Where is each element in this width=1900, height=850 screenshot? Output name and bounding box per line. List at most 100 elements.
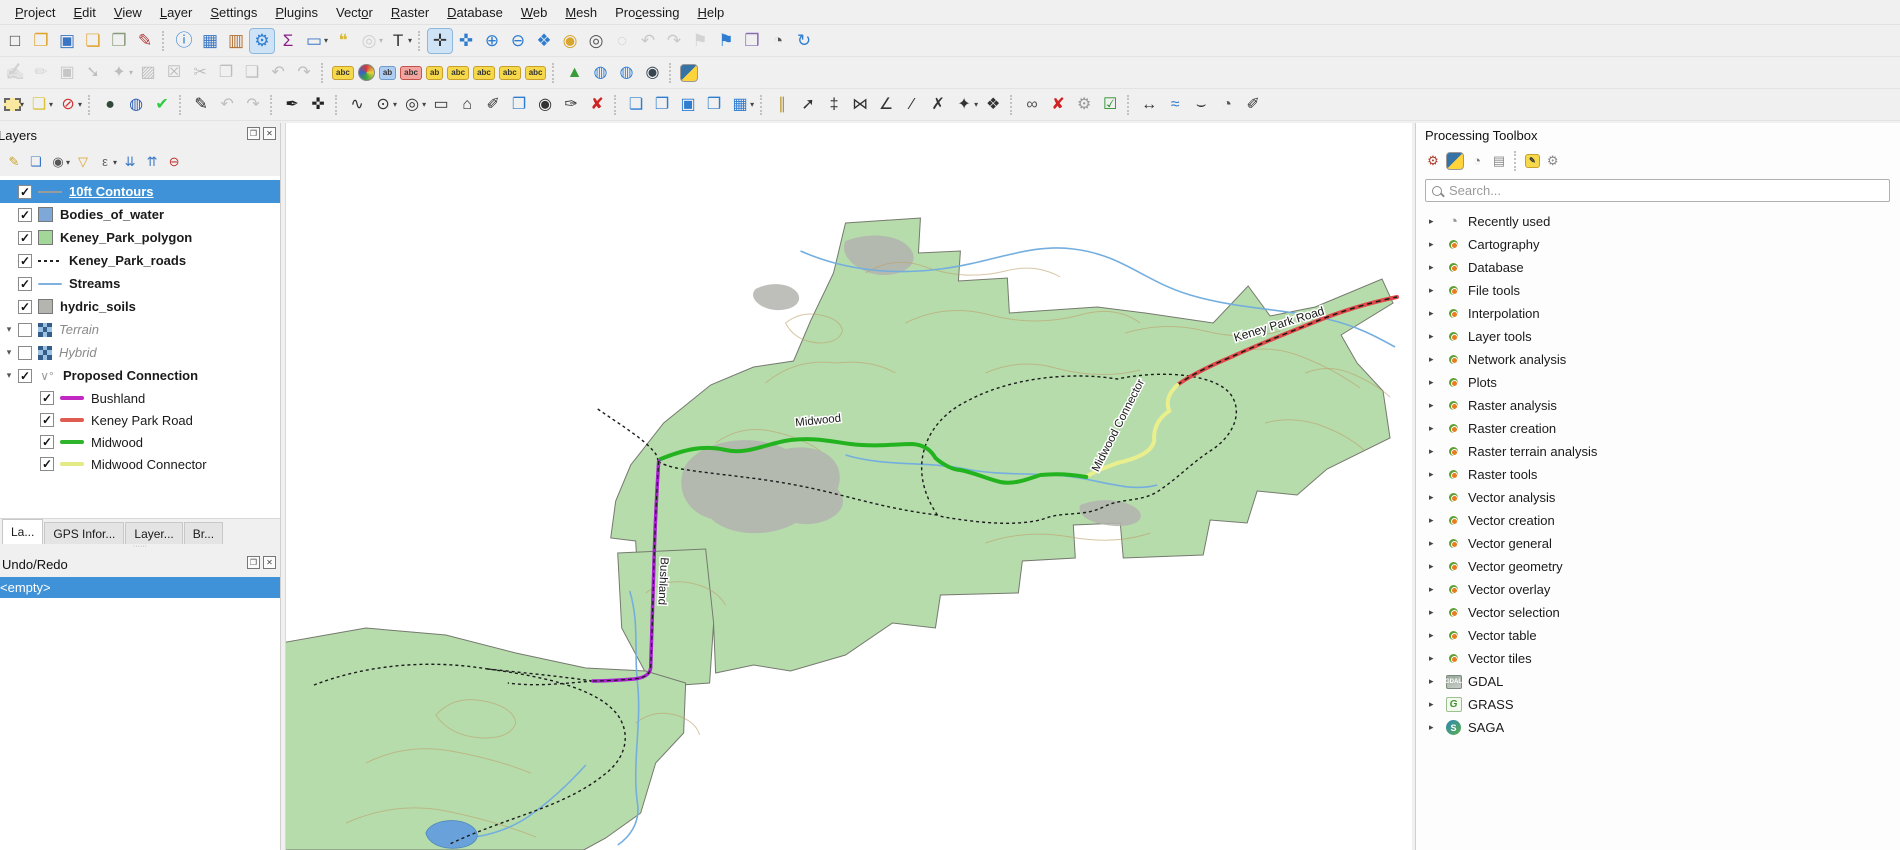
toolbox-group-saga[interactable]: ▸ S SAGA — [1416, 716, 1900, 739]
toolbar-handle[interactable] — [88, 94, 93, 115]
filter-by-expression-dropdown-arrow[interactable]: ▾ — [113, 158, 117, 167]
quick-map-services-icon[interactable]: ◉ — [640, 61, 664, 85]
toolbar-handle[interactable] — [335, 94, 340, 115]
quickmap-globe-icon[interactable]: ● — [98, 93, 122, 117]
highlight-pinned-labels-icon[interactable]: abc — [399, 65, 423, 81]
menu-layer[interactable]: Layer — [151, 3, 202, 22]
toolbox-group-raster-creation[interactable]: ▸ Raster creation — [1416, 417, 1900, 440]
rotate-point-symbols-icon[interactable]: ∠ — [874, 93, 898, 117]
text-annotation-dropdown-arrow[interactable]: ▾ — [408, 36, 412, 45]
bookmark-manager-icon[interactable]: ❒ — [740, 29, 764, 53]
dock-panel-icon[interactable]: ❐ — [247, 127, 260, 140]
zoom-out-icon[interactable]: ⊖ — [506, 29, 530, 53]
trim-extend-icon[interactable]: ‡ — [822, 93, 846, 117]
toolbox-group-database[interactable]: ▸ Database — [1416, 256, 1900, 279]
menu-settings[interactable]: Settings — [201, 3, 266, 22]
temporal-controller-icon[interactable]: ◔ — [766, 29, 790, 53]
toolbox-group-grass[interactable]: ▸ G GRASS — [1416, 693, 1900, 716]
results-viewer-icon[interactable]: ▤ — [1489, 151, 1509, 171]
layout-manager-icon[interactable]: ❒ — [107, 29, 131, 53]
expander-icon[interactable]: ▸ — [1429, 676, 1443, 687]
avoid-intersections-icon[interactable]: ❖ — [981, 93, 1005, 117]
save-project-icon[interactable]: ▣ — [55, 29, 79, 53]
toolbox-group-file-tools[interactable]: ▸ File tools — [1416, 279, 1900, 302]
freehand-digitize-icon[interactable]: ✐ — [481, 93, 505, 117]
expander-icon[interactable]: ▸ — [1429, 354, 1443, 365]
processing-start-icon[interactable]: ⚙ — [1423, 151, 1443, 171]
layer-styling-icon[interactable] — [357, 63, 376, 82]
expander-icon[interactable]: ▸ — [1429, 492, 1443, 503]
deselect-all-icon[interactable]: ⊘ ▾ — [56, 93, 83, 117]
layer-checkbox[interactable]: ✓ — [40, 457, 54, 471]
layer-tree[interactable]: ✓ 10ft Contours ✓ Bodies_of_water ✓ Keney_Par… — [0, 176, 280, 518]
layer-item-keney-park-road[interactable]: ✓ Keney Park Road — [0, 409, 280, 431]
metasearch-icon[interactable]: ◍ — [588, 61, 612, 85]
filter-by-expression-icon[interactable]: ε ▾ — [95, 152, 118, 172]
identify-features-icon[interactable]: ⓘ — [172, 29, 196, 53]
toolbox-group-gdal[interactable]: ▸ GDAL GDAL — [1416, 670, 1900, 693]
select-by-form-dropdown-arrow[interactable]: ▾ — [49, 100, 53, 109]
layer-checkbox[interactable]: ✓ — [40, 435, 54, 449]
menu-plugins[interactable]: Plugins — [266, 3, 327, 22]
layer-item-proposed-connection[interactable]: ▾ ✓ ∨° Proposed Connection — [0, 364, 280, 387]
vertex-tool-dropdown-arrow[interactable]: ▾ — [129, 68, 133, 77]
menu-web[interactable]: Web — [512, 3, 557, 22]
expander-icon[interactable]: ▸ — [1429, 216, 1443, 227]
dock-tab-4[interactable]: Br... — [183, 522, 224, 544]
expander-icon[interactable]: ▸ — [1429, 584, 1443, 595]
expander-icon[interactable]: ▾ — [2, 370, 16, 381]
layer-checkbox[interactable]: ✓ — [18, 276, 32, 291]
toolbar-handle[interactable] — [162, 30, 167, 51]
layer-item-bushland[interactable]: ✓ Bushland — [0, 387, 280, 409]
toggle-label-visibility-icon[interactable]: ab — [425, 65, 444, 81]
expander-icon[interactable]: ▸ — [1429, 630, 1443, 641]
expander-icon[interactable]: ▾ — [2, 347, 16, 358]
osm-place-search-icon[interactable]: ◍ — [124, 93, 148, 117]
toolbox-group-vector-overlay[interactable]: ▸ Vector overlay — [1416, 578, 1900, 601]
expander-icon[interactable]: ▾ — [2, 324, 16, 335]
toolbar-handle[interactable] — [321, 62, 326, 83]
text-annotation-decoration-icon[interactable]: ▲ — [562, 61, 586, 85]
check-geometries-icon[interactable]: ☑ — [1098, 93, 1122, 117]
menu-mesh[interactable]: Mesh — [556, 3, 606, 22]
edit-pencil-icon[interactable]: ✎ — [189, 93, 213, 117]
merge-features-icon[interactable]: ∞ — [1020, 93, 1044, 117]
layer-checkbox[interactable]: ✓ — [18, 368, 32, 383]
add-feature-icon[interactable]: ✒ — [280, 93, 304, 117]
search-input[interactable] — [1449, 183, 1883, 198]
web-globe-icon[interactable]: ◍ — [614, 61, 638, 85]
expander-icon[interactable]: ▸ — [1429, 400, 1443, 411]
collapse-all-icon[interactable]: ⇈ — [142, 152, 162, 172]
manage-map-themes-icon[interactable]: ◉ ▾ — [48, 152, 71, 172]
processing-tree[interactable]: ▸ ◔ Recently used ▸ Cartography ▸ Database ▸ Fil… — [1416, 204, 1900, 739]
expander-icon[interactable]: ▸ — [1429, 446, 1443, 457]
toolbox-group-raster-tools[interactable]: ▸ Raster tools — [1416, 463, 1900, 486]
delete-ring-icon[interactable]: ✗ — [926, 93, 950, 117]
add-ellipse-icon[interactable]: ◎ ▾ — [400, 93, 427, 117]
toolbox-group-vector-analysis[interactable]: ▸ Vector analysis — [1416, 486, 1900, 509]
label-properties-icon[interactable]: abc — [524, 65, 548, 81]
menu-raster[interactable]: Raster — [382, 3, 438, 22]
menu-processing[interactable]: Processing — [606, 3, 688, 22]
toolbox-group-recently-used[interactable]: ▸ ◔ Recently used — [1416, 210, 1900, 233]
style-manager-icon[interactable]: ✎ — [133, 29, 157, 53]
layer-item-midwood[interactable]: ✓ Midwood — [0, 431, 280, 453]
layer-item-terrain[interactable]: ▾ Terrain — [0, 318, 280, 341]
close-panel-icon[interactable]: ✕ — [263, 556, 276, 569]
azimuth-tool-icon[interactable]: ✑ — [559, 93, 583, 117]
python-scripts-icon[interactable] — [1445, 151, 1465, 171]
arc-tool-icon[interactable]: ⌣ — [1189, 93, 1213, 117]
text-annotation-icon[interactable]: T ▾ — [386, 29, 413, 53]
measure-dropdown-arrow[interactable]: ▾ — [324, 36, 328, 45]
toolbox-group-raster-terrain-analysis[interactable]: ▸ Raster terrain analysis — [1416, 440, 1900, 463]
expander-icon[interactable]: ▸ — [1429, 699, 1443, 710]
filter-legend-icon[interactable]: ▽ — [73, 152, 93, 172]
layer-item-hybrid[interactable]: ▾ Hybrid — [0, 341, 280, 364]
undo-history-row[interactable]: <empty> — [0, 577, 280, 598]
options-icon[interactable]: ⚙ — [1543, 151, 1563, 171]
expander-icon[interactable]: ▸ — [1429, 331, 1443, 342]
show-bookmarks-icon[interactable]: ⚑ — [714, 29, 738, 53]
move-feature-icon[interactable]: ✜ — [306, 93, 330, 117]
toolbox-group-vector-creation[interactable]: ▸ Vector creation — [1416, 509, 1900, 532]
offset-curve-icon[interactable]: ∥ — [770, 93, 794, 117]
